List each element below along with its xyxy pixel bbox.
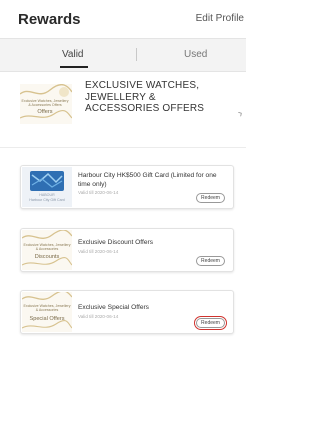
banner-thumb-big-text: Offers [37,109,53,115]
tab-valid[interactable]: Valid [62,49,84,60]
redeem-button[interactable]: Redeem [194,316,227,330]
reward-valid-date: Valid till 2020-06-14 [78,190,119,195]
special-offers-thumbnail: Exclusive Watches, Jewellery & Accessori… [22,292,72,332]
gift-card-caption-2: Harbour City Gift Card [29,198,65,202]
redeem-button[interactable]: Redeem [196,256,225,266]
reward-valid-date: Valid till 2020-06-14 [78,314,119,319]
reward-valid-date: Valid till 2020-06-14 [78,249,119,254]
active-tab-indicator [60,66,88,68]
tab-divider [136,48,137,61]
discount-thumbnail: Exclusive Watches, Jewellery & Accessori… [22,230,72,270]
gift-card-caption-1: HABOUR [39,193,55,197]
reward-title: Harbour City HK$500 Gift Card (Limited f… [78,172,217,188]
gift-card-thumbnail: HABOUR Harbour City Gift Card [22,167,72,207]
banner-thumb-text: Exclusive Watches, Jewellery & Accessori… [21,99,69,108]
offer-category-banner[interactable]: Exclusive Watches, Jewellery & Accessori… [0,72,246,148]
tab-bar: Valid Used [0,38,246,72]
redeem-button[interactable]: Redeem [196,193,225,203]
discount-thumb-big-text: Discounts [34,254,60,260]
banner-title: EXCLUSIVE WATCHES, JEWELLERY & ACCESSORI… [85,80,205,114]
header: Rewards Edit Profile [0,0,246,38]
reward-card[interactable]: Exclusive Watches, Jewellery & Accessori… [20,290,234,334]
reward-card[interactable]: HABOUR Harbour City Gift Card Harbour Ci… [20,165,234,209]
reward-card[interactable]: Exclusive Watches, Jewellery & Accessori… [20,228,234,272]
special-thumb-text: Exclusive Watches, Jewellery & Accessori… [23,304,71,313]
edit-profile-link[interactable]: Edit Profile [196,13,244,24]
reward-title: Exclusive Special Offers [78,304,149,311]
tab-used[interactable]: Used [184,49,207,60]
discount-thumb-text: Exclusive Watches, Jewellery & Accessori… [23,243,71,252]
banner-thumbnail: Exclusive Watches, Jewellery & Accessori… [19,83,73,124]
page-title: Rewards [18,11,81,28]
reward-title: Exclusive Discount Offers [78,239,154,246]
chevron-right-icon: › [234,105,246,121]
special-thumb-big-text: Special Offers [29,316,65,322]
